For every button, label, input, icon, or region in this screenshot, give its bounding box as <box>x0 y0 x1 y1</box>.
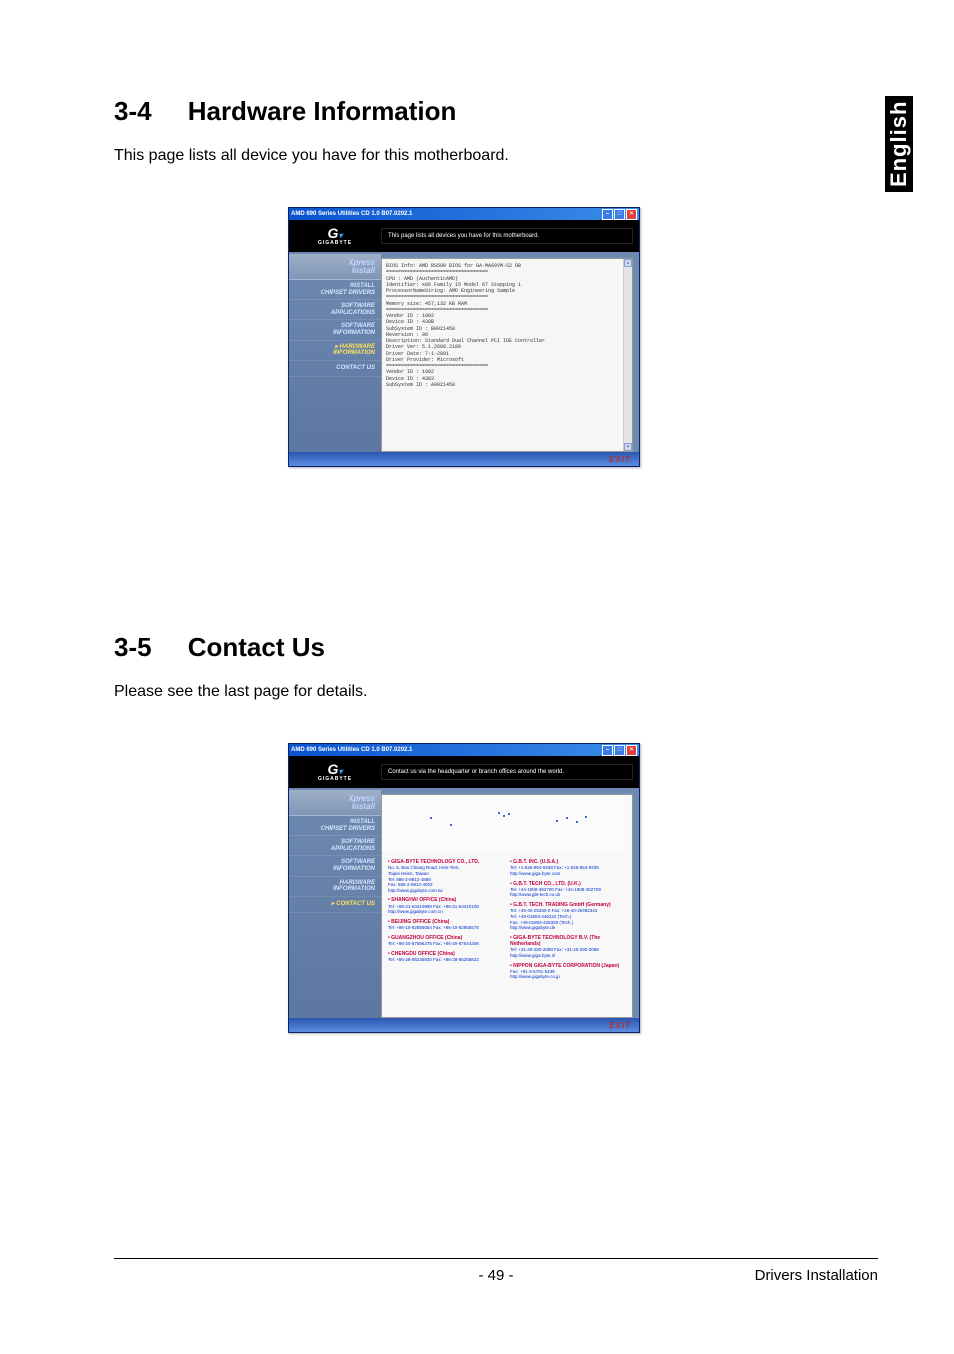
sidebar-item-install-chipset-drivers[interactable]: INSTALL CHIPSET DRIVERS <box>289 816 381 836</box>
minimize-icon[interactable]: – <box>602 209 613 220</box>
sidebar-item-software-information[interactable]: SOFTWARE INFORMATION <box>289 856 381 876</box>
scroll-up-icon[interactable]: ▴ <box>624 259 632 267</box>
exit-button[interactable]: EXIT <box>609 1021 631 1030</box>
contact-entry: • GUANGZHOU OFFICE (China)Tel: +86-20-87… <box>388 935 504 947</box>
contact-entry: • CHENGDU OFFICE (China)Tel: +86-28-8523… <box>388 951 504 963</box>
contact-line: http://www.gigabyte.com.cn <box>388 909 504 915</box>
sidebar-item-software-information[interactable]: SOFTWARE INFORMATION <box>289 320 381 340</box>
close-icon[interactable]: × <box>626 745 637 756</box>
sidebar-item-hardware-information[interactable]: ▸ HARDWARE INFORMATION <box>289 341 381 361</box>
world-map <box>382 795 624 851</box>
xpress-line2: Install <box>352 267 375 274</box>
section-contact-us: 3-5 Contact Us Please see the last page … <box>114 632 814 1033</box>
contact-line: Tel: +86-28-85236930 Fax: +86-28-8525682… <box>388 957 504 963</box>
contact-line: Tel: +86-20-87586375 Fax: +86-20-8754430… <box>388 941 504 947</box>
window-footer: EXIT <box>289 452 639 466</box>
sidebar-item-hardware-information[interactable]: HARDWARE INFORMATION <box>289 877 381 897</box>
maximize-icon[interactable]: □ <box>614 209 625 220</box>
sidebar-item-xpress-install[interactable]: Xpress Install <box>289 790 381 816</box>
window-title: AMD 690 Series Utilities CD 1.0 B07.0202… <box>291 211 412 217</box>
section-number: 3-5 <box>114 632 152 662</box>
sidebar-item-contact-us[interactable]: ▸ CONTACT US <box>289 897 381 913</box>
window-titlebar[interactable]: AMD 690 Series Utilities CD 1.0 B07.0202… <box>289 208 639 220</box>
utilities-window-hardware-info: AMD 690 Series Utilities CD 1.0 B07.0202… <box>288 207 640 467</box>
banner-message: This page lists all devices you have for… <box>381 228 633 244</box>
contact-line: http://www.giga-byte.nl <box>510 953 626 959</box>
logo-g-icon: G▾ <box>328 762 343 776</box>
contact-entry: • SHANGHAI OFFICE (China)Tel: +86-21-634… <box>388 897 504 915</box>
scroll-down-icon[interactable]: ▾ <box>624 443 632 451</box>
hardware-info-content: ▴ ▾ BIOS Info: AMD RS690 BIOS for GA-MA6… <box>381 258 633 452</box>
maximize-icon[interactable]: □ <box>614 745 625 756</box>
hw-info-line: SubSystem ID : A0021458 <box>386 382 618 388</box>
section-title: Contact Us <box>188 632 325 662</box>
brand-text: GIGABYTE <box>318 240 352 246</box>
contact-line: http://www.gigabyte.com.tw <box>388 888 504 894</box>
contact-line: http://www.gigabyte.de <box>510 925 626 931</box>
contact-entry: • NIPPON GIGA-BYTE CORPORATION (Japan)Fa… <box>510 963 626 981</box>
banner-message: Contact us via the headquarter or branch… <box>381 764 633 780</box>
section-heading-3-5: 3-5 Contact Us <box>114 632 814 663</box>
sidebar-item-contact-us[interactable]: CONTACT US <box>289 361 381 377</box>
banner-bar: G▾ GIGABYTE Contact us via the headquart… <box>289 756 639 788</box>
contact-entry: • G.B.T. INC. (U.S.A.)Tel: +1-626-854-93… <box>510 859 626 877</box>
section-title: Hardware Information <box>188 96 457 126</box>
language-tab: English <box>885 96 913 192</box>
contact-entry: • GIGA-BYTE TECHNOLOGY CO., LTD.No. 6, B… <box>388 859 504 893</box>
brand-logo: G▾ GIGABYTE <box>289 226 381 246</box>
window-footer: EXIT <box>289 1018 639 1032</box>
sidebar-item-software-applications[interactable]: SOFTWARE APPLICATIONS <box>289 300 381 320</box>
contact-line: Tel: +86-10-82856054 Fax: +86-10-8285657… <box>388 925 504 931</box>
minimize-icon[interactable]: – <box>602 745 613 756</box>
sidebar-item-install-chipset-drivers[interactable]: INSTALL CHIPSET DRIVERS <box>289 280 381 300</box>
section-number: 3-4 <box>114 96 152 126</box>
contact-name: • NIPPON GIGA-BYTE CORPORATION (Japan) <box>510 963 626 969</box>
contact-entry: • BEIJING OFFICE (China)Tel: +86-10-8285… <box>388 919 504 931</box>
scrollbar[interactable]: ▴ ▾ <box>623 259 632 451</box>
brand-logo: G▾ GIGABYTE <box>289 762 381 782</box>
contact-entry: • GIGA-BYTE TECHNOLOGY B.V. (The Netherl… <box>510 935 626 959</box>
page-number: - 49 - <box>114 1267 878 1284</box>
contact-content: • GIGA-BYTE TECHNOLOGY CO., LTD.No. 6, B… <box>381 794 633 1018</box>
utilities-window-contact-us: AMD 690 Series Utilities CD 1.0 B07.0202… <box>288 743 640 1033</box>
section-heading-3-4: 3-4 Hardware Information <box>114 96 814 127</box>
window-body: Xpress Install INSTALL CHIPSET DRIVERS S… <box>289 788 639 1018</box>
sidebar-item-software-applications[interactable]: SOFTWARE APPLICATIONS <box>289 836 381 856</box>
banner-bar: G▾ GIGABYTE This page lists all devices … <box>289 220 639 252</box>
section1-body: This page lists all device you have for … <box>114 147 814 165</box>
contact-line: http://www.giga-byte.com <box>510 871 626 877</box>
contact-entry: • G.B.T. TECH CO., LTD. (U.K.)Tel: +44-1… <box>510 881 626 899</box>
section-hardware-information: 3-4 Hardware Information This page lists… <box>114 96 814 467</box>
xpress-line2: Install <box>352 803 375 810</box>
contact-line: http://www.gigabyte.co.jp <box>510 974 626 980</box>
window-title: AMD 690 Series Utilities CD 1.0 B07.0202… <box>291 747 412 753</box>
exit-button[interactable]: EXIT <box>609 455 631 464</box>
sidebar-nav: Xpress Install INSTALL CHIPSET DRIVERS S… <box>289 788 381 1018</box>
window-titlebar[interactable]: AMD 690 Series Utilities CD 1.0 B07.0202… <box>289 744 639 756</box>
window-body: Xpress Install INSTALL CHIPSET DRIVERS S… <box>289 252 639 452</box>
sidebar-nav: Xpress Install INSTALL CHIPSET DRIVERS S… <box>289 252 381 452</box>
page-footer: - 49 - Drivers Installation <box>114 1267 878 1284</box>
close-icon[interactable]: × <box>626 209 637 220</box>
sidebar-item-xpress-install[interactable]: Xpress Install <box>289 254 381 280</box>
section2-body: Please see the last page for details. <box>114 683 814 701</box>
footer-divider <box>114 1258 878 1259</box>
contact-line: http://www.gbt-tech.co.uk <box>510 892 626 898</box>
logo-g-icon: G▾ <box>328 226 343 240</box>
contact-entry: • G.B.T. TECH. TRADING GmbH (Germany)Tel… <box>510 902 626 931</box>
contact-name: • GIGA-BYTE TECHNOLOGY B.V. (The Netherl… <box>510 935 626 948</box>
brand-text: GIGABYTE <box>318 776 352 782</box>
